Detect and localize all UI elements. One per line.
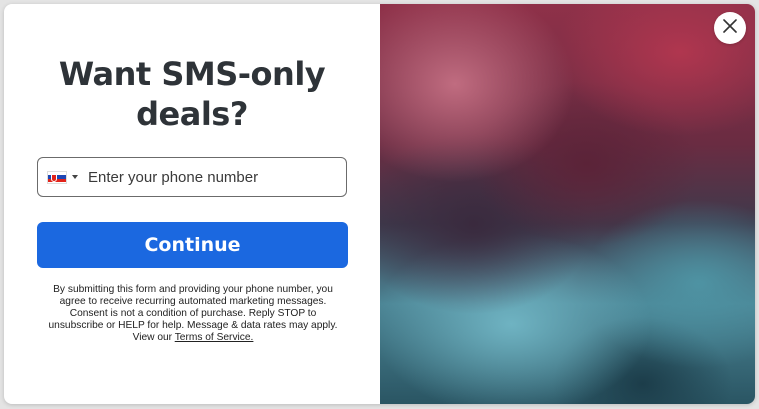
continue-button[interactable]: Continue (37, 222, 348, 268)
sms-signup-popup: Want SMS-only deals? Continue By submitt… (4, 4, 755, 404)
chevron-down-icon[interactable] (72, 175, 78, 179)
close-icon (723, 18, 737, 38)
terms-of-service-link[interactable]: Terms of Service. (175, 332, 254, 343)
close-button[interactable] (714, 12, 746, 44)
phone-number-input[interactable] (86, 167, 346, 187)
slovakia-flag-icon[interactable] (47, 170, 67, 184)
hero-image (380, 4, 755, 404)
form-pane: Want SMS-only deals? Continue By submitt… (4, 4, 380, 404)
phone-field[interactable] (37, 157, 347, 197)
consent-disclaimer: By submitting this form and providing yo… (42, 284, 344, 344)
popup-headline: Want SMS-only deals? (58, 55, 326, 133)
